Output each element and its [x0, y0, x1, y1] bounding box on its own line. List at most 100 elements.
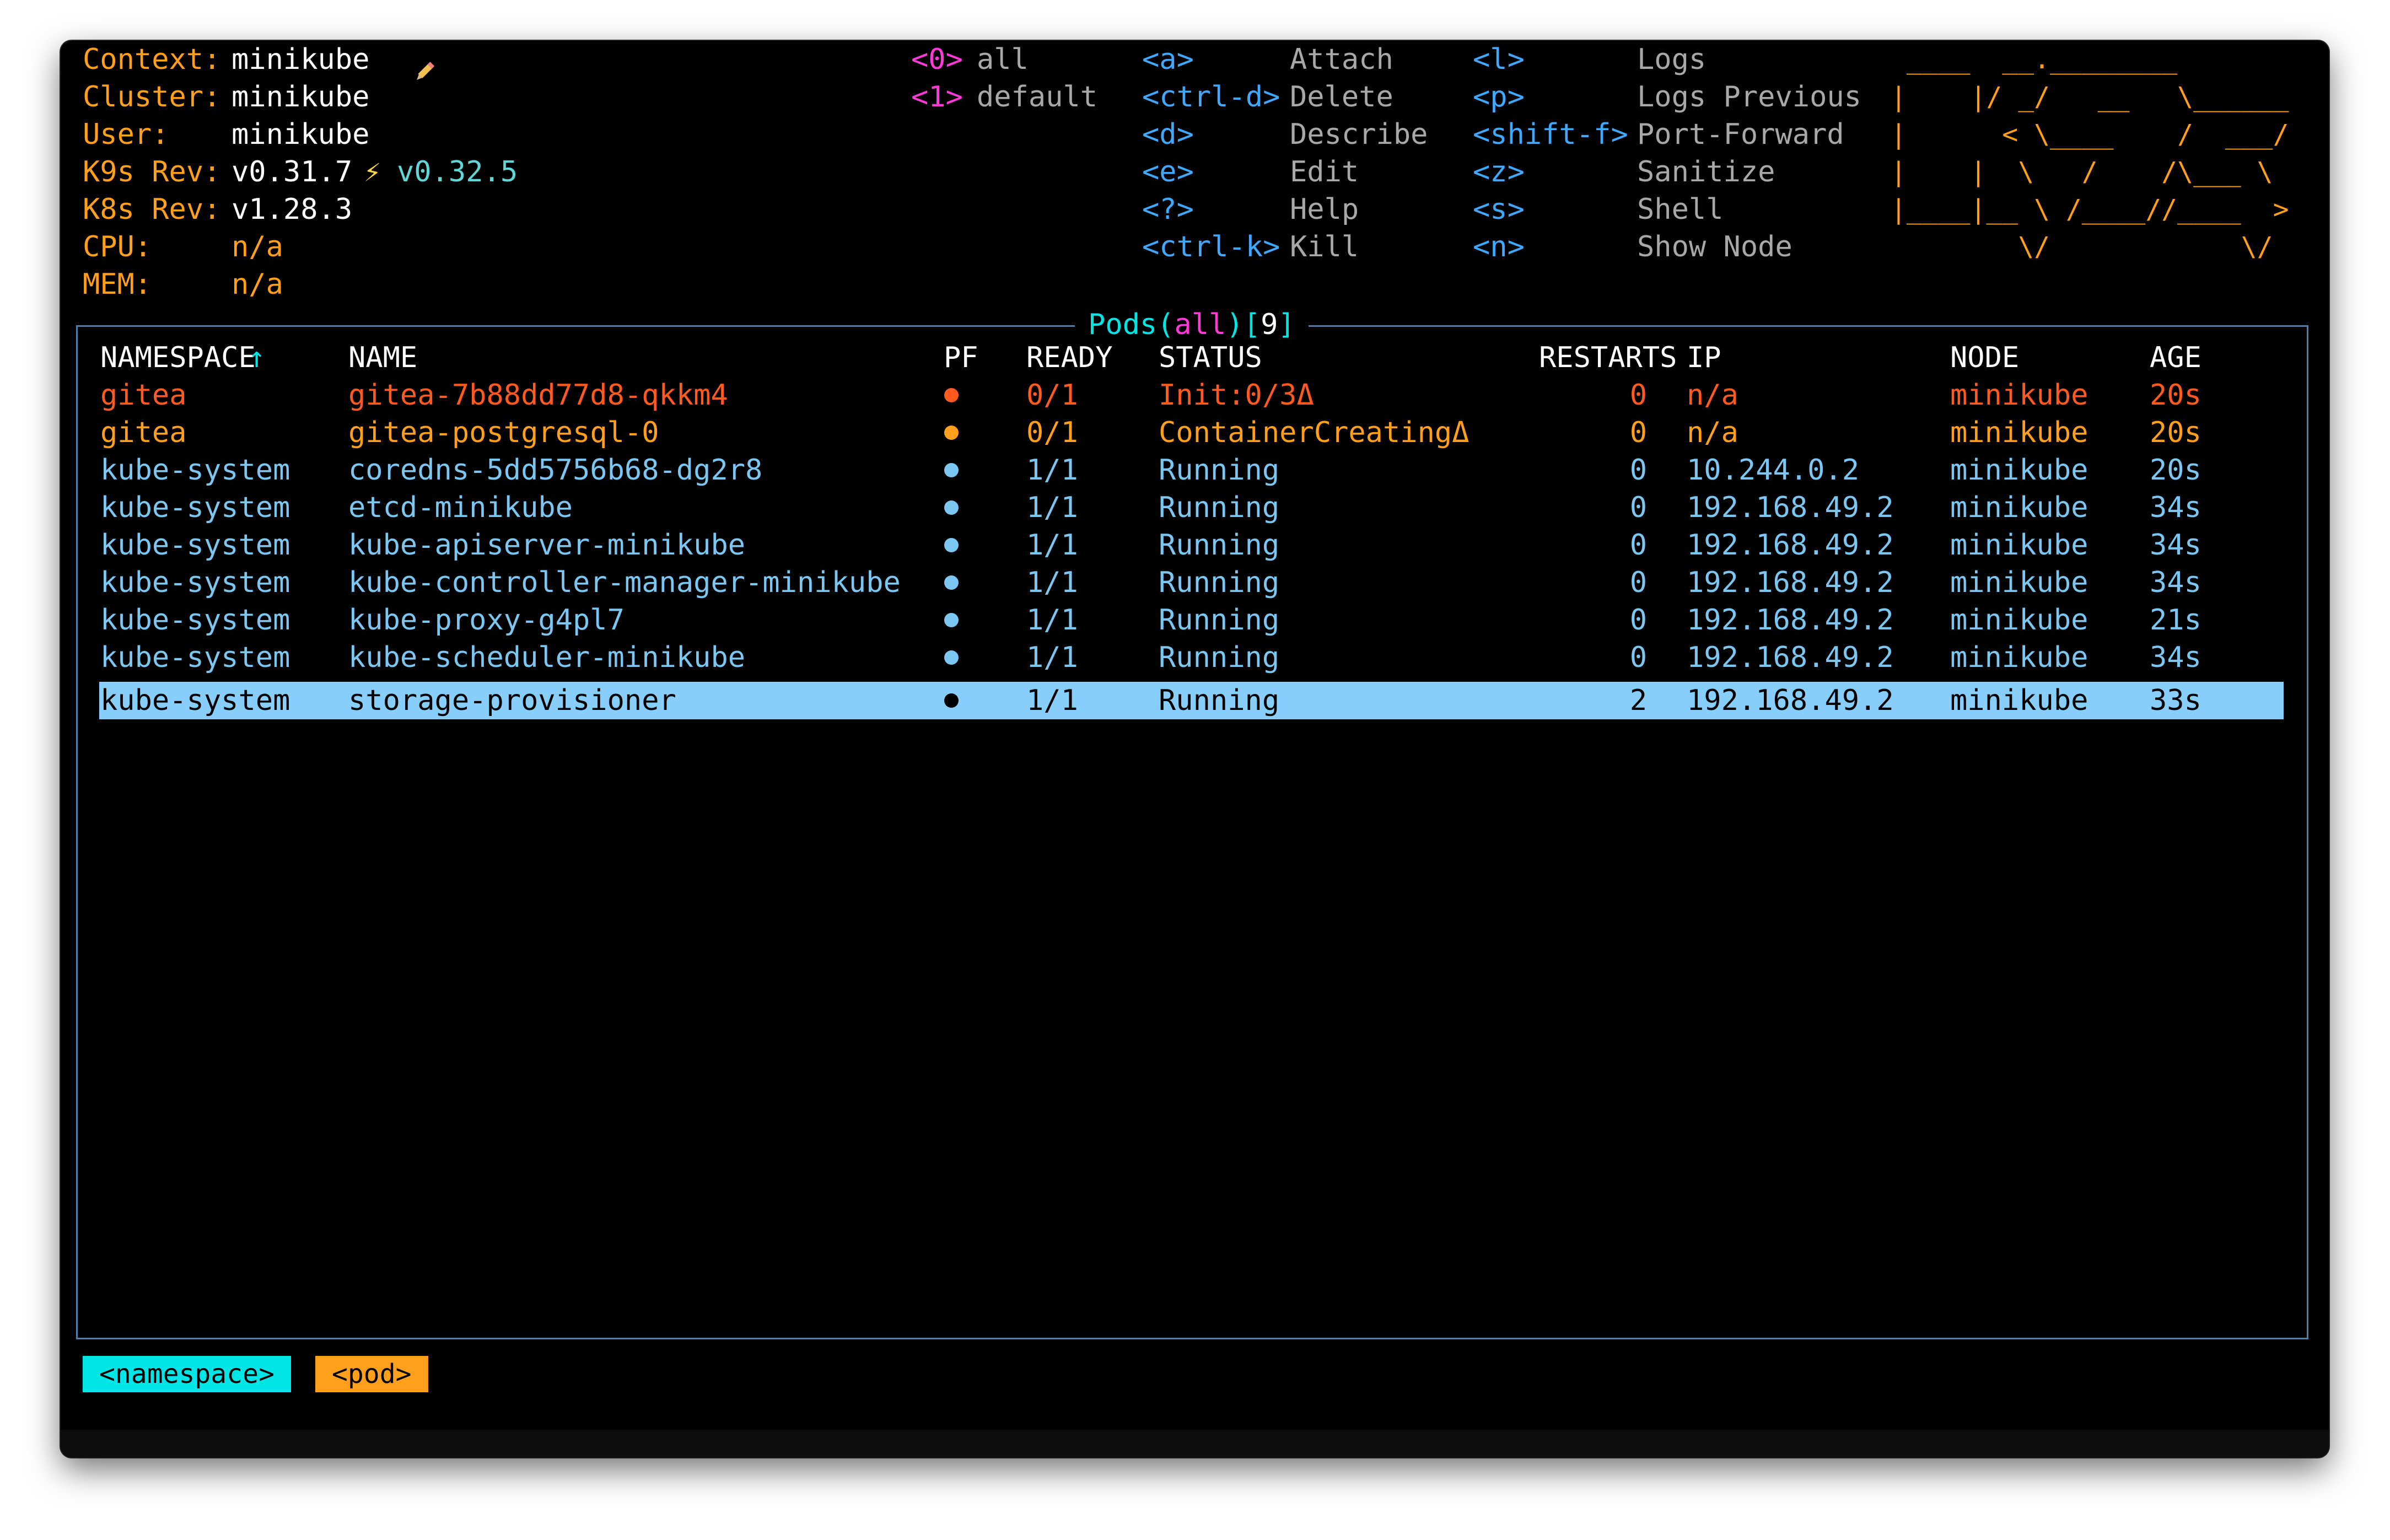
shortcut-label-sanitize[interactable]: Sanitize — [1637, 153, 1775, 191]
shortcut-label-delete[interactable]: Delete — [1290, 78, 1393, 116]
k9s-terminal-window: Context: minikube Cluster: minikube User… — [61, 41, 2329, 1457]
title-count: 9 — [1261, 308, 1278, 341]
user-value: minikube — [232, 118, 370, 151]
cell-age: 33s — [2150, 684, 2201, 717]
shortcut-label-logs[interactable]: Logs — [1637, 41, 1706, 78]
cell-ip: 192.168.49.2 — [1687, 529, 1894, 562]
column-header-pf[interactable]: PF — [944, 339, 978, 376]
ns-shortcut-key-default[interactable]: <1> — [911, 78, 963, 116]
cell-name: kube-controller-manager-minikube — [348, 566, 901, 599]
breadcrumb-namespace[interactable]: <namespace> — [83, 1356, 291, 1392]
k9s-rev-label: K9s Rev: — [83, 155, 221, 189]
shortcut-key-shell[interactable]: <s> — [1473, 191, 1525, 228]
title-resource: Pods — [1088, 308, 1158, 341]
cell-ready: 1/1 — [1026, 566, 1078, 599]
cpu-value: n/a — [232, 230, 283, 263]
port-forward-status-dot — [944, 500, 959, 515]
cell-age: 34s — [2150, 491, 2201, 524]
shortcut-label-edit[interactable]: Edit — [1290, 153, 1359, 191]
cell-restarts: 0 — [1629, 641, 1647, 674]
shortcut-key-delete[interactable]: <ctrl-d> — [1142, 78, 1280, 116]
cell-restarts: 0 — [1629, 379, 1647, 412]
column-header-status[interactable]: STATUS — [1159, 339, 1262, 376]
column-header-name[interactable]: NAME — [348, 339, 417, 376]
window-bottom-edge — [61, 1430, 2329, 1457]
cell-ip: 192.168.49.2 — [1687, 566, 1894, 599]
cell-ready: 1/1 — [1026, 641, 1078, 674]
shortcut-label-logs-previous[interactable]: Logs Previous — [1637, 78, 1861, 116]
cell-restarts: 0 — [1629, 416, 1647, 449]
cell-name: etcd-minikube — [348, 491, 573, 524]
cell-ip: n/a — [1687, 379, 1738, 412]
shortcut-key-logs-previous[interactable]: <p> — [1473, 78, 1525, 116]
cell-node: minikube — [1950, 454, 2088, 487]
port-forward-status-dot — [944, 650, 959, 665]
cell-ready: 0/1 — [1026, 416, 1078, 449]
cell-namespace: kube-system — [100, 566, 290, 599]
ns-shortcut-label-all[interactable]: all — [977, 41, 1029, 78]
cell-status: Running — [1159, 454, 1280, 487]
context-label: Context: — [83, 43, 221, 76]
k8s-rev-label: K8s Rev: — [83, 193, 221, 226]
mem-label: MEM: — [83, 268, 152, 301]
cell-namespace: kube-system — [100, 684, 290, 717]
cell-age: 34s — [2150, 566, 2201, 599]
cell-node: minikube — [1950, 529, 2088, 562]
cell-age: 20s — [2150, 416, 2201, 449]
cell-name: kube-scheduler-minikube — [348, 641, 746, 674]
column-header-age[interactable]: AGE — [2150, 339, 2201, 376]
cpu-label: CPU: — [83, 230, 152, 263]
column-header-restarts[interactable]: RESTARTS — [1539, 339, 1677, 376]
shortcut-key-logs[interactable]: <l> — [1473, 41, 1525, 78]
cell-namespace: kube-system — [100, 529, 290, 562]
shortcut-label-shell[interactable]: Shell — [1637, 191, 1724, 228]
shortcut-label-attach[interactable]: Attach — [1290, 41, 1393, 78]
shortcut-key-sanitize[interactable]: <z> — [1473, 153, 1525, 191]
pencil-icon — [383, 47, 434, 80]
cell-restarts: 2 — [1629, 684, 1647, 717]
ns-shortcut-label-default[interactable]: default — [977, 78, 1097, 116]
shortcut-key-port-forward[interactable]: <shift-f> — [1473, 116, 1628, 153]
column-header-ready[interactable]: READY — [1026, 339, 1113, 376]
cell-status: Running — [1159, 566, 1280, 599]
shortcut-key-edit[interactable]: <e> — [1142, 153, 1194, 191]
shortcut-label-port-forward[interactable]: Port-Forward — [1637, 116, 1844, 153]
cell-name: storage-provisioner — [348, 684, 676, 717]
logo-line: | < \____ / ___/ — [1891, 119, 2289, 150]
shortcut-label-show-node[interactable]: Show Node — [1637, 228, 1792, 266]
pods-table-title: Pods(all)[9] — [1075, 306, 1309, 343]
cell-node: minikube — [1950, 379, 2088, 412]
port-forward-status-dot — [944, 463, 959, 477]
cell-namespace: kube-system — [100, 641, 290, 674]
cell-status: Running — [1159, 529, 1280, 562]
shortcut-label-help[interactable]: Help — [1290, 191, 1359, 228]
mem-value: n/a — [232, 268, 283, 301]
shortcut-key-attach[interactable]: <a> — [1142, 41, 1194, 78]
cell-ip: 192.168.49.2 — [1687, 684, 1894, 717]
cell-ip: 192.168.49.2 — [1687, 491, 1894, 524]
cell-name: gitea-postgresql-0 — [348, 416, 659, 449]
cell-status: Init:0/3Δ — [1159, 379, 1314, 412]
column-header-ip[interactable]: IP — [1687, 339, 1721, 376]
shortcut-key-describe[interactable]: <d> — [1142, 116, 1194, 153]
logo-line: ____ __.________ — [1891, 44, 2289, 75]
shortcut-label-kill[interactable]: Kill — [1290, 228, 1359, 266]
port-forward-status-dot — [944, 538, 959, 552]
shortcut-key-show-node[interactable]: <n> — [1473, 228, 1525, 266]
breadcrumb-pod[interactable]: <pod> — [315, 1356, 428, 1392]
user-label: User: — [83, 118, 169, 151]
cell-age: 21s — [2150, 604, 2201, 637]
cell-age: 34s — [2150, 641, 2201, 674]
cell-node: minikube — [1950, 491, 2088, 524]
shortcut-key-help[interactable]: <?> — [1142, 191, 1194, 228]
port-forward-status-dot — [944, 426, 959, 440]
shortcut-label-describe[interactable]: Describe — [1290, 116, 1428, 153]
cell-status: Running — [1159, 684, 1280, 717]
port-forward-status-dot — [944, 388, 959, 402]
cell-restarts: 0 — [1629, 604, 1647, 637]
shortcut-key-kill[interactable]: <ctrl-k> — [1142, 228, 1280, 266]
column-header-namespace[interactable]: NAMESPACE — [100, 339, 256, 376]
column-header-node[interactable]: NODE — [1950, 339, 2019, 376]
ns-shortcut-key-all[interactable]: <0> — [911, 41, 963, 78]
lightning-icon: ⚡ — [364, 155, 381, 189]
